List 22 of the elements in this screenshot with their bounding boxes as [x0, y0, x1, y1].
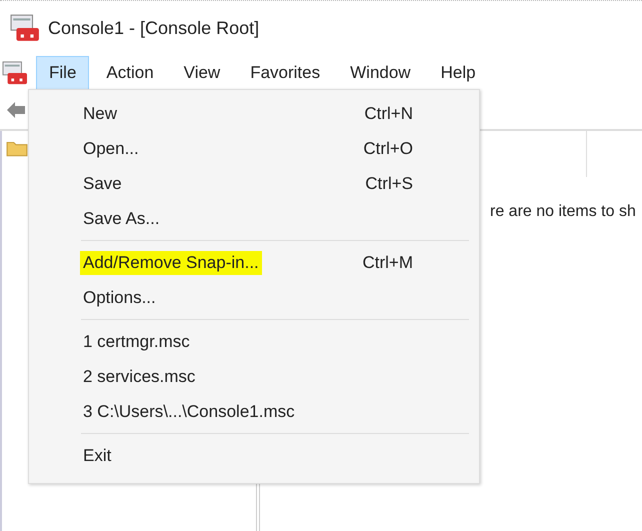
menu-entry[interactable]: 3 C:\Users\...\Console1.msc: [29, 394, 479, 429]
folder-icon[interactable]: [6, 139, 28, 157]
menu-item[interactable]: Favorites: [237, 56, 334, 90]
console-icon[interactable]: [2, 61, 28, 85]
menu-entry[interactable]: 1 certmgr.msc: [29, 324, 479, 359]
menu-item[interactable]: Action: [93, 56, 167, 90]
empty-message: re are no items to sh: [490, 203, 636, 221]
back-arrow-icon[interactable]: [6, 101, 26, 119]
window-title: Console1 - [Console Root]: [48, 18, 260, 38]
menu-item[interactable]: View: [170, 56, 234, 90]
menu-entry[interactable]: Exit: [29, 438, 479, 473]
menu-item[interactable]: Help: [428, 56, 489, 90]
menu-entry[interactable]: Options...: [29, 280, 479, 315]
menu-entry[interactable]: New Ctrl+N: [29, 96, 479, 131]
menu-entry[interactable]: Open... Ctrl+O: [29, 131, 479, 166]
menu-entry[interactable]: 2 services.msc: [29, 359, 479, 394]
menu-entry[interactable]: Save As...: [29, 201, 479, 236]
menu-item[interactable]: Window: [337, 56, 424, 90]
menu-item[interactable]: File: [36, 56, 90, 90]
menu-entry[interactable]: Save Ctrl+S: [29, 166, 479, 201]
menu-entry[interactable]: Add/Remove Snap-in... Ctrl+M: [29, 245, 479, 280]
console-icon: [10, 14, 40, 42]
